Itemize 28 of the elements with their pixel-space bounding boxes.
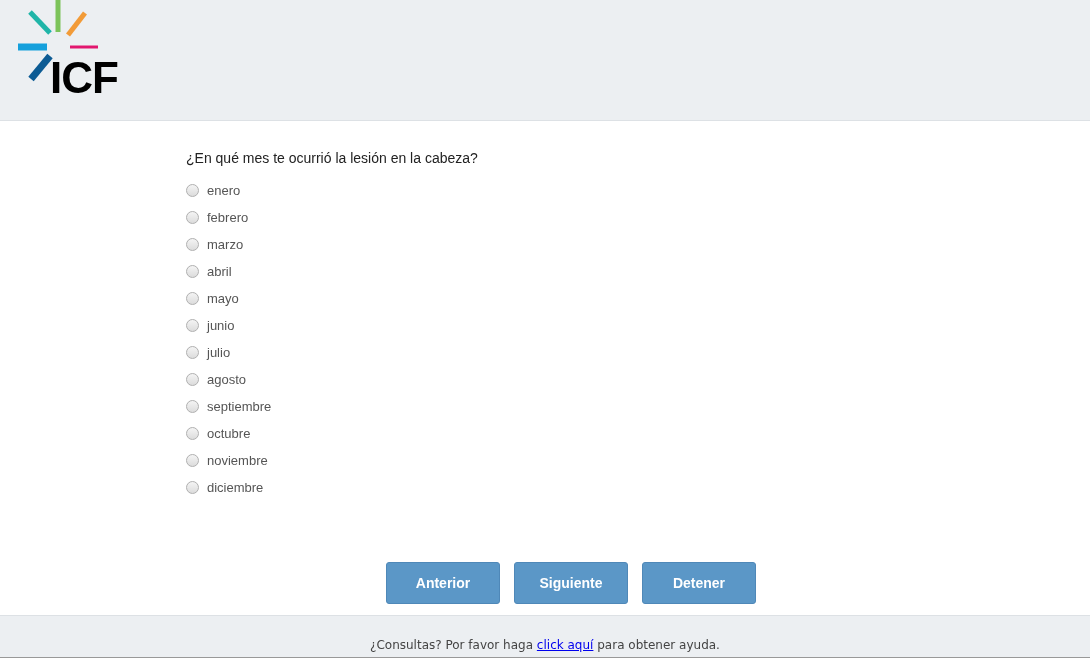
radio-button[interactable] <box>186 319 199 332</box>
option-label[interactable]: mayo <box>207 291 239 306</box>
radio-button[interactable] <box>186 292 199 305</box>
option-label[interactable]: abril <box>207 264 232 279</box>
logo-text: ICF <box>50 58 118 98</box>
question-text: ¿En qué mes te ocurrió la lesión en la cabeza? <box>186 149 479 167</box>
radio-button[interactable] <box>186 427 199 440</box>
radio-button[interactable] <box>186 238 199 251</box>
option-label[interactable]: diciembre <box>207 480 264 495</box>
radio-button[interactable] <box>186 373 199 386</box>
option-label[interactable]: octubre <box>207 426 251 441</box>
radio-button[interactable] <box>186 346 199 359</box>
radio-button[interactable] <box>186 184 199 197</box>
help-link[interactable]: click aquí <box>536 638 594 652</box>
option-label[interactable]: junio <box>207 318 235 333</box>
radio-button[interactable] <box>186 454 199 467</box>
option-label[interactable]: julio <box>207 345 231 360</box>
option-label[interactable]: noviembre <box>207 453 268 468</box>
option-label[interactable]: febrero <box>207 210 249 225</box>
radio-button[interactable] <box>186 481 199 494</box>
radio-button[interactable] <box>186 400 199 413</box>
radio-button[interactable] <box>186 211 199 224</box>
option-label[interactable]: marzo <box>207 237 244 252</box>
option-label[interactable]: agosto <box>207 372 247 387</box>
radio-button[interactable] <box>186 265 199 278</box>
option-label[interactable]: enero <box>207 183 241 198</box>
help-text: ¿Consultas? Por favor haga click aquí para obtener ayuda. <box>370 638 720 652</box>
option-label[interactable]: septiembre <box>207 399 272 414</box>
